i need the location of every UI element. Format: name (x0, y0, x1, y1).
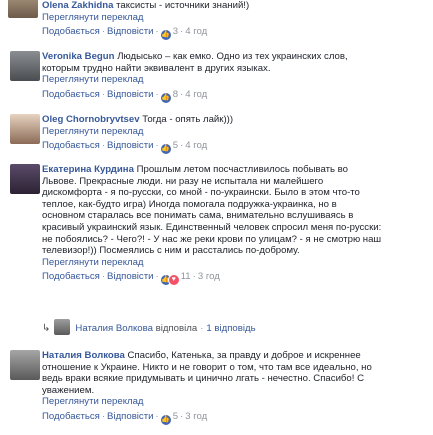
love-reaction-icon: ♥ (168, 275, 179, 286)
reaction-count[interactable]: 11 (181, 271, 191, 282)
see-translation-link[interactable]: Переглянути переклад (42, 257, 429, 269)
comment-text: Львове. Прекрасные люди. ни разу не испы… (42, 175, 324, 187)
comment-author[interactable]: Veronika Begun (42, 51, 115, 62)
reply-action: відповіла (155, 323, 198, 334)
comment-text: телевизор!)) Посмеялись с ним и расстали… (42, 245, 300, 257)
like-reaction-icon: 👍 (160, 30, 171, 41)
comment-time[interactable]: 4 год (185, 140, 207, 151)
comment-actions: Подобається · Відповісти · 👍 8 · 4 год (42, 88, 208, 103)
comment-actions: Подобається · Відповісти · 👍 5 · 3 год (42, 410, 208, 425)
reaction-count[interactable]: 5 (173, 411, 178, 422)
comment-text: дискомфорта - я по-русски, со мной - по-… (42, 187, 360, 199)
comment-time[interactable]: 3 год (198, 271, 220, 282)
avatar[interactable] (10, 114, 40, 144)
avatar[interactable] (10, 350, 40, 380)
reply-link[interactable]: Відповісти (107, 140, 153, 151)
reply-link[interactable]: Відповісти (107, 26, 153, 37)
replies-row[interactable]: ↳ Наталия Волкова відповіла · 1 відповідь (42, 319, 256, 337)
comment-text: теплое, как-будто игра) Иногда помогала … (42, 198, 337, 210)
comment-author[interactable]: Наталия Волкова (42, 350, 125, 361)
comment-actions: Подобається · Відповісти · 👍 3 · 4 год (42, 26, 208, 41)
comment-text: Спасибо, Катенька, за правду и доброе и … (127, 350, 361, 361)
comment-actions: Подобається · Відповісти · 👍 5 · 4 год (42, 140, 208, 155)
comment-text: основном старалась все понимать сама, вн… (42, 210, 354, 222)
comment-author[interactable]: Olena Zakhidna (42, 0, 113, 11)
like-reaction-icon: 👍 (160, 144, 171, 155)
comment-author[interactable]: Екатерина Курдина (42, 164, 134, 175)
comment-time[interactable]: 4 год (185, 89, 207, 100)
comment-author[interactable]: Oleg Chornobryvtsev (42, 114, 140, 125)
see-translation-link[interactable]: Переглянути переклад (42, 126, 429, 138)
reply-author[interactable]: Наталия Волкова (75, 323, 153, 334)
comment-text: таксисты - источники знаний!) (116, 0, 250, 11)
like-link[interactable]: Подобається (42, 411, 100, 422)
avatar[interactable] (8, 0, 38, 18)
like-link[interactable]: Подобається (42, 140, 100, 151)
comment-time[interactable]: 4 год (185, 26, 207, 37)
see-translation-link[interactable]: Переглянути переклад (42, 74, 429, 86)
avatar (54, 319, 71, 335)
like-link[interactable]: Подобається (42, 89, 100, 100)
like-link[interactable]: Подобається (42, 26, 100, 37)
comment-text: Людыськo – как емко. Одно из тех украинс… (117, 51, 348, 62)
comment-text: Тогда - опять лайк))) (142, 114, 234, 125)
comment-text: уважением. (42, 384, 95, 396)
reaction-count[interactable]: 5 (173, 140, 178, 151)
reply-arrow-icon: ↳ (42, 323, 51, 334)
avatar[interactable] (10, 164, 40, 194)
comment-text: не побоялись? - Чего?! - У нас же реки к… (42, 233, 382, 245)
like-reaction-icon: 👍 (160, 92, 171, 103)
replies-count-link[interactable]: 1 відповідь (206, 323, 255, 334)
avatar[interactable] (10, 51, 40, 81)
comment-text: отношение к Украине. Никто и не говорит … (42, 361, 372, 373)
comment-text: Прошлым летом посчастливилось побывать в… (136, 164, 348, 175)
like-link[interactable]: Подобається (42, 271, 100, 282)
comment-text: ведь враки всякие придумывать и цинично … (42, 373, 365, 385)
comment-text: которым трудно найти эквивалент в других… (42, 62, 271, 74)
reply-link[interactable]: Відповісти (107, 271, 153, 282)
comment-time[interactable]: 3 год (185, 411, 207, 422)
see-translation-link[interactable]: Переглянути переклад (42, 396, 429, 408)
reaction-count[interactable]: 3 (173, 26, 178, 37)
reply-link[interactable]: Відповісти (107, 89, 153, 100)
see-translation-link[interactable]: Переглянути переклад (42, 12, 429, 24)
reaction-count[interactable]: 8 (173, 89, 178, 100)
reply-link[interactable]: Відповісти (107, 411, 153, 422)
comment-actions: Подобається · Відповісти · 👍 ♥ 11 · 3 год (42, 271, 220, 286)
comment-text: красивый украинский язык. Единственный ч… (42, 221, 382, 233)
like-reaction-icon: 👍 (160, 414, 171, 425)
